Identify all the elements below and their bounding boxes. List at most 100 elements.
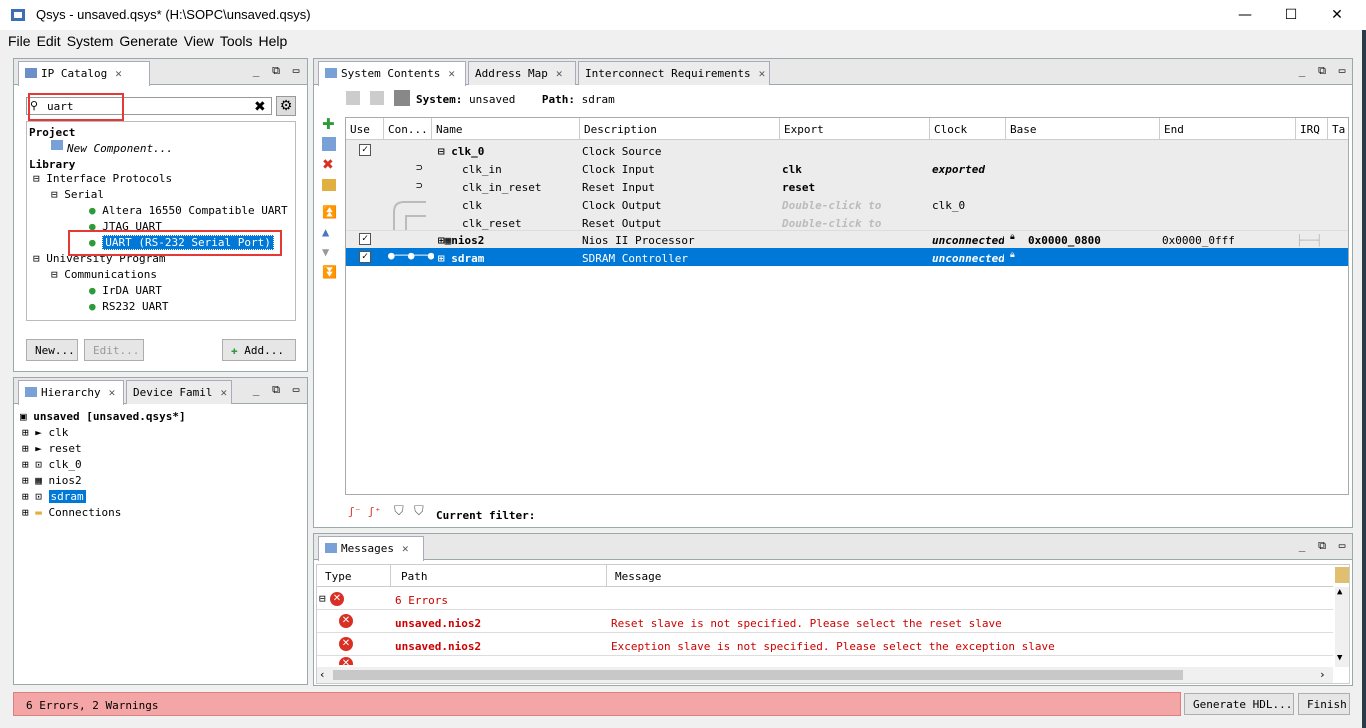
settings-gear-icon[interactable]: ⚙ [276, 96, 296, 116]
collapse-icon[interactable]: ⊟ [51, 188, 58, 201]
hierarchy-root[interactable]: ▣ unsaved [unsaved.qsys*] [20, 410, 186, 423]
hierarchy-item-clk-0[interactable]: ⊞ ⊡ clk_0 [22, 458, 82, 471]
close-tab-icon[interactable]: ✕ [448, 67, 455, 80]
hierarchy-item-nios2[interactable]: ⊞ ▦ nios2 [22, 474, 82, 487]
hierarchy-item-connections[interactable]: ⊞ ▬ Connections [22, 506, 121, 519]
interface-name[interactable]: clk_in_reset [462, 181, 541, 194]
filter-icons[interactable]: ʃ⁻ ʃ⁺ [348, 505, 381, 518]
component-name[interactable]: ⊟ clk_0 [438, 145, 484, 158]
menu-view[interactable]: View [184, 33, 214, 49]
close-tab-icon[interactable]: ✕ [759, 67, 766, 80]
scroll-right-icon[interactable]: › [1319, 668, 1326, 681]
interface-name[interactable]: clk [462, 199, 482, 212]
messages-vertical-scrollbar[interactable]: ▲ ▼ [1335, 587, 1349, 667]
tree-item-altera-16550-uart[interactable]: ● Altera 16550 Compatible UART [89, 204, 288, 217]
float-panel-icon[interactable]: ⧉ [270, 384, 282, 396]
minimize-panel-icon[interactable]: _ [1296, 540, 1308, 552]
close-tab-icon[interactable]: ✕ [220, 386, 227, 399]
menu-generate[interactable]: Generate [119, 33, 177, 49]
clock-value[interactable]: unconnected [932, 252, 1004, 265]
tree-item-communications[interactable]: ⊟ Communications [51, 268, 157, 281]
rename-icon[interactable] [322, 179, 336, 191]
tab-device-family[interactable]: Device Famil ✕ [126, 380, 232, 404]
interface-name[interactable]: clk_in [462, 163, 502, 176]
export-value[interactable]: clk [782, 163, 802, 176]
move-top-icon[interactable]: ⏫ [322, 205, 337, 219]
filter-icon[interactable]: ⛉ [394, 504, 404, 519]
collapse-icon[interactable]: ⊟ [319, 592, 326, 605]
col-message[interactable]: Message [607, 565, 1333, 587]
tree-item-irda-uart[interactable]: ● IrDA UART [89, 284, 162, 297]
nav-top-icon[interactable] [370, 91, 384, 105]
messages-horizontal-scrollbar[interactable]: ‹ › [317, 667, 1333, 683]
irq-connector[interactable]: ├──┤ [1296, 234, 1323, 247]
menu-help[interactable]: Help [259, 33, 288, 49]
scroll-left-icon[interactable]: ‹ [319, 668, 326, 681]
collapse-icon[interactable]: ⊟ [33, 172, 40, 185]
clear-search-icon[interactable]: ✖ [254, 99, 266, 115]
message-row-partial[interactable]: ✕ [317, 657, 1333, 665]
base-address[interactable]: 0x0000_0800 [1028, 234, 1101, 247]
add-component-icon[interactable]: ✚ [322, 115, 335, 133]
close-tab-icon[interactable]: ✕ [556, 67, 563, 80]
message-options-icon[interactable] [1335, 567, 1349, 583]
use-checkbox[interactable]: ✓ [359, 251, 371, 263]
collapse-icon[interactable]: ⊟ [33, 252, 40, 265]
export-hint[interactable]: Double-click to [782, 217, 928, 230]
table-row-selected[interactable] [346, 248, 1348, 266]
col-connections[interactable]: Con... [384, 118, 432, 140]
col-irq[interactable]: IRQ [1296, 118, 1328, 140]
message-summary-row[interactable]: ⊟ ✕ 6 Errors [317, 588, 1333, 610]
scroll-up-icon[interactable]: ▲ [1337, 587, 1342, 597]
close-tab-icon[interactable]: ✕ [402, 542, 409, 555]
export-value[interactable]: reset [782, 181, 815, 194]
clock-value[interactable]: clk_0 [932, 199, 965, 212]
generate-hdl-button[interactable]: Generate HDL... [1184, 693, 1294, 715]
add-button[interactable]: ✚ Add... [222, 339, 296, 361]
minimize-button[interactable]: — [1222, 0, 1268, 30]
move-up-icon[interactable]: ▲ [322, 225, 329, 239]
col-use[interactable]: Use [346, 118, 384, 140]
use-checkbox[interactable]: ✓ [359, 233, 371, 245]
finish-button[interactable]: Finish [1298, 693, 1350, 715]
lock-icon[interactable]: 🔒︎ [1010, 250, 1015, 260]
maximize-panel-icon[interactable]: ▭ [290, 65, 302, 77]
tab-ip-catalog[interactable]: IP Catalog ✕ [18, 61, 150, 86]
col-end[interactable]: End [1160, 118, 1296, 140]
tree-item-library[interactable]: Library [29, 158, 75, 171]
export-hint[interactable]: Double-click to [782, 199, 928, 212]
close-tab-icon[interactable]: ✕ [109, 386, 116, 399]
float-panel-icon[interactable]: ⧉ [270, 65, 282, 77]
col-base[interactable]: Base [1006, 118, 1160, 140]
maximize-panel-icon[interactable]: ▭ [1336, 65, 1348, 77]
tab-hierarchy[interactable]: Hierarchy ✕ [18, 380, 124, 405]
scroll-down-icon[interactable]: ▼ [1337, 653, 1342, 663]
move-bottom-icon[interactable]: ⏬ [322, 265, 337, 279]
col-tags[interactable]: Ta [1328, 118, 1348, 140]
move-down-icon[interactable]: ▼ [322, 245, 329, 259]
component-name[interactable]: ⊞▦nios2 [438, 234, 484, 247]
hierarchy-item-sdram[interactable]: ⊞ ⊡ sdram [22, 490, 86, 503]
interface-name[interactable]: clk_reset [462, 217, 522, 230]
connection-dots[interactable]: ●──●──● [388, 249, 434, 262]
col-name[interactable]: Name [432, 118, 580, 140]
tab-address-map[interactable]: Address Map ✕ [468, 61, 576, 85]
col-description[interactable]: Description [580, 118, 780, 140]
component-name[interactable]: ⊞ sdram [438, 252, 484, 265]
use-checkbox[interactable]: ✓ [359, 144, 371, 156]
menu-system[interactable]: System [67, 33, 114, 49]
tab-messages[interactable]: Messages ✕ [318, 536, 424, 561]
scroll-thumb[interactable] [333, 670, 1183, 680]
float-panel-icon[interactable]: ⧉ [1316, 65, 1328, 77]
menu-edit[interactable]: Edit [37, 33, 61, 49]
lock-icon[interactable]: 🔒︎ [1010, 232, 1015, 242]
close-button[interactable]: ✕ [1314, 0, 1360, 30]
tree-item-project[interactable]: Project [29, 126, 75, 139]
maximize-panel-icon[interactable]: ▭ [290, 384, 302, 396]
tree-item-rs232-uart[interactable]: ● RS232 UART [89, 300, 168, 313]
col-type[interactable]: Type [317, 565, 391, 587]
collapse-icon[interactable]: ⊟ [51, 268, 58, 281]
tree-item-interface-protocols[interactable]: ⊟ Interface Protocols [33, 172, 172, 185]
new-button[interactable]: New... [26, 339, 78, 361]
message-row[interactable]: ✕ unsaved.nios2 Exception slave is not s… [317, 634, 1333, 656]
